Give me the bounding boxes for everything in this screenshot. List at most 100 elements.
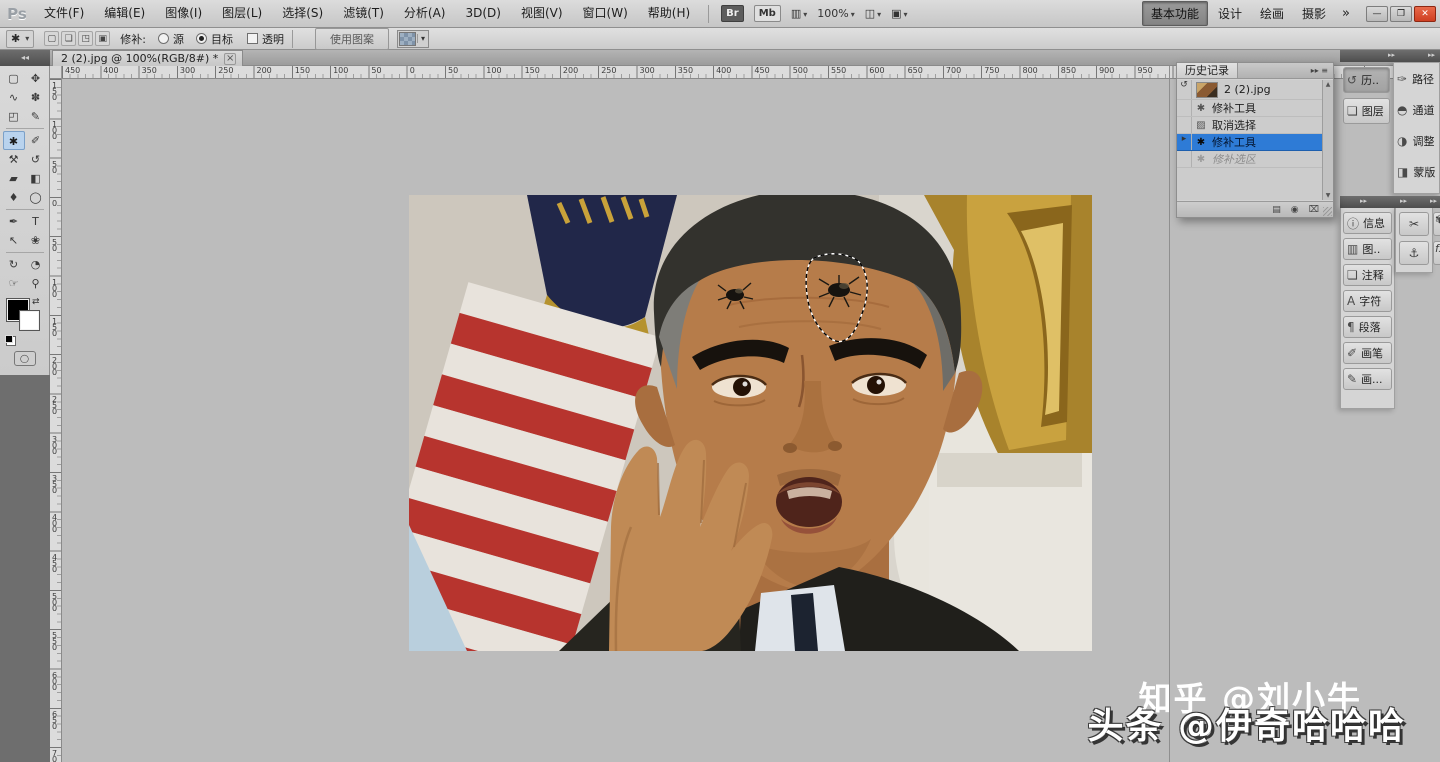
menu-item[interactable]: 选择(S) xyxy=(272,0,333,27)
type-tool[interactable]: T xyxy=(25,212,47,231)
eraser-tool[interactable]: ▰ xyxy=(3,169,25,188)
patch-source-option[interactable]: 源 xyxy=(158,31,184,47)
patch-tool[interactable]: ✱ xyxy=(3,131,25,150)
dock-collapse-icon[interactable]: ▸▸ xyxy=(1430,196,1437,207)
panel-button-adjustments[interactable]: ◑调整 xyxy=(1397,130,1440,152)
selection-combine-icon[interactable]: ▢ xyxy=(44,31,59,46)
blur-tool[interactable]: ♦ xyxy=(3,188,25,207)
new-document-from-state-icon[interactable]: ▤ xyxy=(1272,205,1281,215)
dodge-tool[interactable]: ◯ xyxy=(25,188,47,207)
panel-button-paragraph[interactable]: ¶段落 xyxy=(1343,316,1392,338)
toolbox-collapse-button[interactable]: ◂◂ xyxy=(0,50,50,66)
tool-preset-picker[interactable]: ✱ ▾ xyxy=(6,30,34,48)
panel-button-layers[interactable]: ❏图层 xyxy=(1343,98,1390,124)
history-step[interactable]: ▨取消选择 xyxy=(1177,117,1333,134)
history-source-cell[interactable] xyxy=(1177,100,1192,116)
workspace-overflow-button[interactable]: » xyxy=(1334,6,1358,21)
move-tool[interactable]: ✥ xyxy=(25,69,47,88)
dock-edge-sliver-1[interactable]: ✾ xyxy=(1433,212,1440,236)
crop-tool[interactable]: ◰ xyxy=(3,107,25,126)
menu-item[interactable]: 文件(F) xyxy=(34,0,94,27)
menu-item[interactable]: 视图(V) xyxy=(511,0,573,27)
scroll-down-icon[interactable]: ▼ xyxy=(1326,192,1331,199)
default-colors-icon[interactable] xyxy=(5,335,13,343)
swap-colors-icon[interactable]: ⇄ xyxy=(32,297,40,307)
screen-mode-icon[interactable]: ▣▾ xyxy=(891,7,907,20)
history-step[interactable]: ✱修补选区 xyxy=(1177,151,1333,168)
rectangular-marquee-tool[interactable]: ▢ xyxy=(3,69,25,88)
tab-close-icon[interactable]: × xyxy=(224,53,236,65)
delete-state-icon[interactable]: ⌧ xyxy=(1309,205,1319,215)
path-selection-tool[interactable]: ↖ xyxy=(3,231,25,250)
brush-tool[interactable]: ✐ xyxy=(25,131,47,150)
close-button[interactable]: ✕ xyxy=(1414,6,1436,22)
dock-collapse-icon[interactable]: ▸▸ xyxy=(1360,196,1367,207)
restore-button[interactable]: ❐ xyxy=(1390,6,1412,22)
use-pattern-button[interactable]: 使用图案 xyxy=(315,28,389,50)
selection-combine-icon[interactable]: ◳ xyxy=(78,31,93,46)
eyedropper-tool[interactable]: ✎ xyxy=(25,107,47,126)
menu-item[interactable]: 滤镜(T) xyxy=(333,0,394,27)
lasso-tool[interactable]: ∿ xyxy=(3,88,25,107)
dock-edge-sliver-2[interactable]: fx xyxy=(1433,241,1440,265)
history-panel-tab[interactable]: 历史记录 xyxy=(1177,63,1238,78)
workspace-button[interactable]: 摄影 xyxy=(1294,2,1334,25)
gradient-tool[interactable]: ◧ xyxy=(25,169,47,188)
menu-item[interactable]: 编辑(E) xyxy=(94,0,155,27)
new-snapshot-icon[interactable]: ◉ xyxy=(1291,205,1299,215)
mini-bridge-icon[interactable]: Mb xyxy=(754,5,781,22)
clone-stamp-tool[interactable]: ⚒ xyxy=(3,150,25,169)
panel-button-brush[interactable]: ✐画笔 xyxy=(1343,342,1392,364)
history-step[interactable]: ✱修补工具 xyxy=(1177,100,1333,117)
pen-tool[interactable]: ✒ xyxy=(3,212,25,231)
patch-target-option[interactable]: 目标 xyxy=(196,31,233,47)
panel-button-channels[interactable]: ◓通道 xyxy=(1397,99,1440,121)
history-scrollbar[interactable]: ▲ ▼ xyxy=(1322,80,1333,200)
menu-item[interactable]: 图像(I) xyxy=(155,0,212,27)
document-tab[interactable]: 2 (2).jpg @ 100%(RGB/8#) * × xyxy=(52,50,243,66)
custom-shape-tool[interactable]: ❀ xyxy=(25,231,47,250)
transparent-checkbox[interactable] xyxy=(247,33,258,44)
source-radio[interactable] xyxy=(158,33,169,44)
panel-button-info[interactable]: ⓘ信息 xyxy=(1343,212,1392,234)
3d-rotate-tool[interactable]: ↻ xyxy=(3,255,25,274)
ruler-corner[interactable] xyxy=(50,66,62,79)
menu-item[interactable]: 帮助(H) xyxy=(638,0,700,27)
history-source-cell[interactable]: ↺ xyxy=(1177,80,1192,99)
panel-button-brush-presets[interactable]: ✎画... xyxy=(1343,368,1392,390)
panel-button-paths[interactable]: ✑路径 xyxy=(1397,68,1440,90)
history-source-cell[interactable] xyxy=(1177,117,1192,133)
selection-combine-icon[interactable]: ❏ xyxy=(61,31,76,46)
menu-item[interactable]: 分析(A) xyxy=(394,0,456,27)
panel-button-histogram[interactable]: ▥图.. xyxy=(1343,238,1392,260)
panel-menu-icon[interactable]: ▸▸ ≡ xyxy=(1311,66,1333,75)
panel-button-clone-source[interactable]: ✂ xyxy=(1399,212,1429,236)
menu-item[interactable]: 图层(L) xyxy=(212,0,272,27)
zoom-tool[interactable]: ⚲ xyxy=(25,274,47,293)
panel-button-history[interactable]: ↺历.. xyxy=(1343,67,1390,93)
scroll-up-icon[interactable]: ▲ xyxy=(1326,81,1331,88)
workspace-button[interactable]: 基本功能 xyxy=(1142,1,1208,26)
target-radio[interactable] xyxy=(196,33,207,44)
dock-collapse-icon[interactable]: ▸▸ xyxy=(1400,196,1407,207)
history-source-cell[interactable] xyxy=(1177,151,1192,167)
dock-collapse-icon[interactable]: ▸▸ xyxy=(1388,50,1395,61)
menu-item[interactable]: 3D(D) xyxy=(455,0,510,27)
history-brush-tool[interactable]: ↺ xyxy=(25,150,47,169)
minimize-button[interactable]: — xyxy=(1366,6,1388,22)
3d-orbit-tool[interactable]: ◔ xyxy=(25,255,47,274)
panel-button-character[interactable]: A字符 xyxy=(1343,290,1392,312)
panel-button-animation[interactable]: ⚓ xyxy=(1399,241,1429,265)
guides-menu-icon[interactable]: ▥▾ xyxy=(791,7,807,20)
panel-button-notes[interactable]: ❏注释 xyxy=(1343,264,1392,286)
bridge-icon[interactable]: Br xyxy=(721,5,744,22)
quick-mask-button[interactable]: ◯ xyxy=(14,351,36,366)
document-image[interactable] xyxy=(409,195,1092,651)
zoom-level-dropdown[interactable]: 100%▾ xyxy=(817,7,854,20)
history-source-cell[interactable]: ▸ xyxy=(1177,134,1192,150)
history-snapshot-row[interactable]: ↺ 2 (2).jpg xyxy=(1177,80,1333,100)
pattern-picker[interactable]: ▾ xyxy=(397,30,429,48)
arrange-documents-icon[interactable]: ◫▾ xyxy=(865,7,881,20)
menu-item[interactable]: 窗口(W) xyxy=(573,0,638,27)
hand-tool[interactable]: ☞ xyxy=(3,274,25,293)
